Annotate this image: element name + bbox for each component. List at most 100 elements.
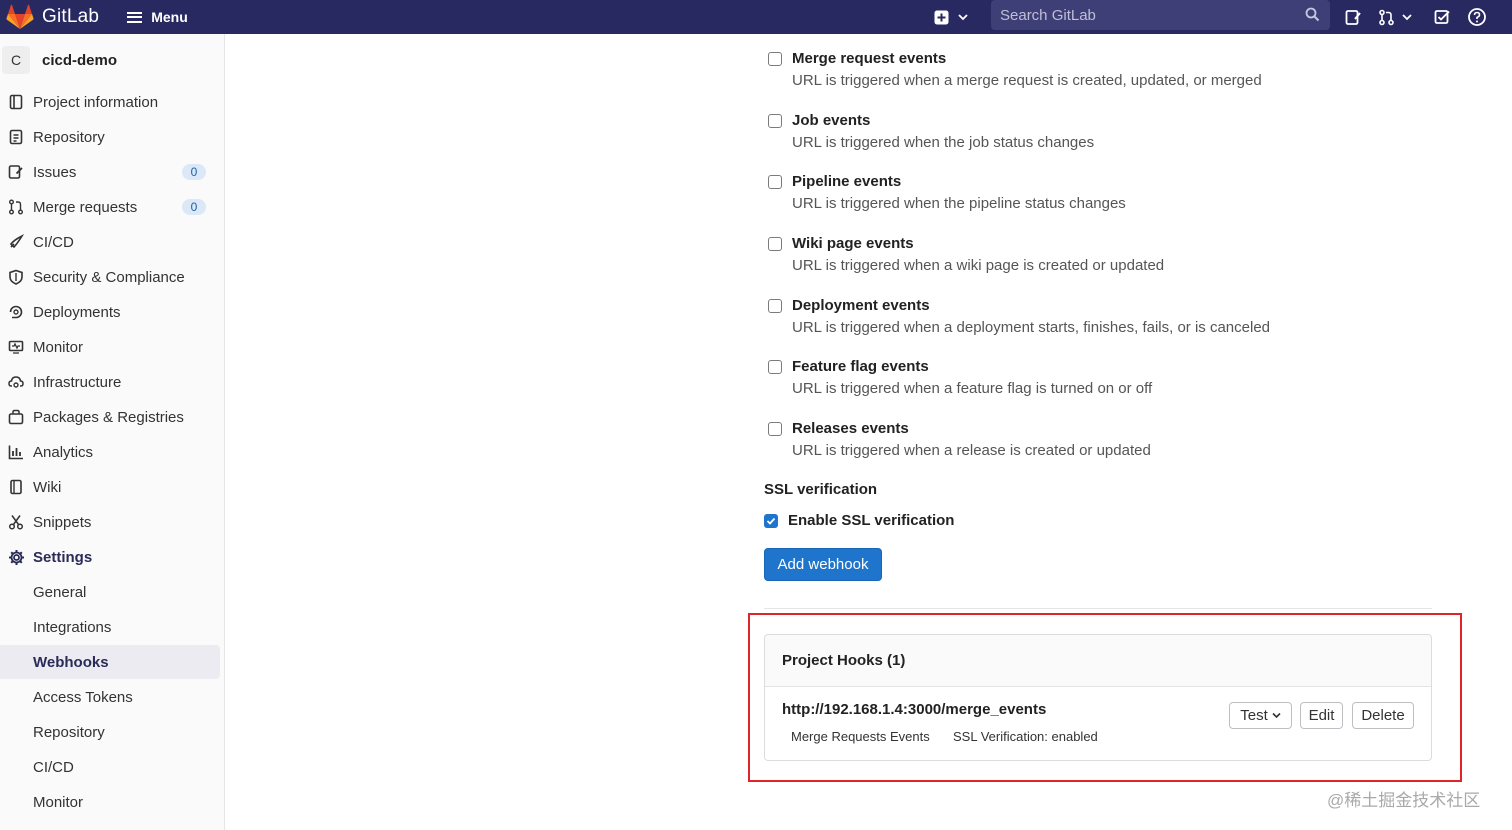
sidebar-item-label: Infrastructure xyxy=(33,373,122,391)
sidebar-item-monitor[interactable]: Monitor xyxy=(0,330,220,364)
sidebar-item-cicd[interactable]: CI/CD xyxy=(0,225,220,259)
chart-icon xyxy=(7,443,25,461)
event-title: Job events xyxy=(792,112,871,129)
sidebar-item-wiki[interactable]: Wiki xyxy=(0,470,220,504)
sidebar-subitem-access-tokens[interactable]: Access Tokens xyxy=(0,680,220,714)
sidebar-item-repository[interactable]: Repository xyxy=(0,120,220,154)
sidebar-item-label: Analytics xyxy=(33,443,94,461)
hook-event-tag: Merge Requests Events xyxy=(791,729,930,744)
sidebar-subitem-webhooks[interactable]: Webhooks xyxy=(0,645,220,679)
subitem-label: Monitor xyxy=(33,793,84,811)
edit-hook-button[interactable]: Edit xyxy=(1300,702,1343,729)
delete-label: Delete xyxy=(1361,707,1405,724)
sidebar-item-merge-requests[interactable]: Merge requests 0 xyxy=(0,190,220,224)
menu-button[interactable]: Menu xyxy=(127,9,188,25)
sidebar-item-deployments[interactable]: Deployments xyxy=(0,295,220,329)
sidebar-item-label: Repository xyxy=(33,128,105,146)
gitlab-tanuki-icon xyxy=(6,4,34,29)
search-input[interactable]: Search GitLab xyxy=(991,0,1330,30)
chevron-down-icon xyxy=(1272,712,1281,719)
app-name: GitLab xyxy=(42,6,100,27)
wiki-page-events-checkbox[interactable] xyxy=(768,237,782,251)
event-description: URL is triggered when a feature flag is … xyxy=(792,380,1153,397)
sidebar-subitem-general[interactable]: General xyxy=(0,575,220,609)
event-description: URL is triggered when the job status cha… xyxy=(792,134,1095,151)
ssl-verification-heading: SSL verification xyxy=(764,481,878,498)
enable-ssl-checkbox[interactable] xyxy=(764,514,778,528)
event-title: Deployment events xyxy=(792,297,930,314)
delete-hook-button[interactable]: Delete xyxy=(1352,702,1414,729)
sidebar-item-label: Monitor xyxy=(33,338,84,356)
gear-icon xyxy=(7,548,25,566)
event-description: URL is triggered when a wiki page is cre… xyxy=(792,257,1165,274)
issues-icon[interactable] xyxy=(1345,9,1362,26)
sidebar-subitem-integrations[interactable]: Integrations xyxy=(0,610,220,644)
event-description: URL is triggered when a release is creat… xyxy=(792,442,1151,459)
book-icon xyxy=(7,478,25,496)
project-hooks-header: Project Hooks (1) xyxy=(765,635,1431,687)
merge-request-icon xyxy=(7,198,25,216)
help-icon[interactable] xyxy=(1467,7,1487,27)
add-webhook-button[interactable]: Add webhook xyxy=(764,548,882,581)
subitem-label: General xyxy=(33,583,87,601)
event-title: Pipeline events xyxy=(792,173,902,190)
sidebar-item-security[interactable]: Security & Compliance xyxy=(0,260,220,294)
todo-icon[interactable] xyxy=(1434,9,1451,26)
sidebar-item-analytics[interactable]: Analytics xyxy=(0,435,220,469)
sidebar-item-settings[interactable]: Settings xyxy=(0,540,220,574)
subitem-label: Integrations xyxy=(33,618,112,636)
monitor-icon xyxy=(7,338,25,356)
sidebar-item-project-information[interactable]: Project information xyxy=(0,85,220,119)
event-description: URL is triggered when a deployment start… xyxy=(792,319,1271,336)
project-hooks-panel: Project Hooks (1) http://192.168.1.4:300… xyxy=(764,634,1432,761)
chevron-down-icon xyxy=(1402,14,1412,21)
sidebar-item-infrastructure[interactable]: Infrastructure xyxy=(0,365,220,399)
new-dropdown-button[interactable] xyxy=(934,10,968,25)
hamburger-icon xyxy=(127,11,143,23)
sidebar-subitem-cicd[interactable]: CI/CD xyxy=(0,750,220,784)
event-title: Feature flag events xyxy=(792,358,929,375)
doc-icon xyxy=(7,128,25,146)
menu-label: Menu xyxy=(151,9,188,25)
job-events-checkbox[interactable] xyxy=(768,114,782,128)
project-name: cicd-demo xyxy=(42,51,118,69)
plus-square-icon xyxy=(934,10,949,24)
divider xyxy=(764,608,1432,609)
sidebar-item-issues[interactable]: Issues 0 xyxy=(0,155,220,189)
deployment-events-checkbox[interactable] xyxy=(768,299,782,313)
sidebar-item-label: Security & Compliance xyxy=(33,268,185,286)
event-title: Wiki page events xyxy=(792,235,914,252)
top-navbar: GitLab Menu Search GitLab xyxy=(0,0,1512,34)
merge-request-events-checkbox[interactable] xyxy=(768,52,782,66)
rocket-icon xyxy=(7,233,25,251)
event-title: Merge request events xyxy=(792,50,947,67)
subitem-label: CI/CD xyxy=(33,758,74,776)
feature-flag-events-checkbox[interactable] xyxy=(768,360,782,374)
pipeline-events-checkbox[interactable] xyxy=(768,175,782,189)
project-hooks-title: Project Hooks (1) xyxy=(782,652,906,669)
sidebar-subitem-repository[interactable]: Repository xyxy=(0,715,220,749)
merge-requests-dropdown[interactable] xyxy=(1378,9,1412,26)
project-header[interactable]: C cicd-demo xyxy=(0,46,117,74)
search-placeholder: Search GitLab xyxy=(1000,6,1096,24)
sidebar-item-snippets[interactable]: Snippets xyxy=(0,505,220,539)
sidebar-item-label: Packages & Registries xyxy=(33,408,184,426)
info-icon xyxy=(7,93,25,111)
event-title: Releases events xyxy=(792,420,909,437)
sidebar-item-label: Merge requests xyxy=(33,198,138,216)
enable-ssl-label[interactable]: Enable SSL verification xyxy=(788,512,954,529)
releases-events-checkbox[interactable] xyxy=(768,422,782,436)
sidebar-item-label: Project information xyxy=(33,93,159,111)
issues-count-badge: 0 xyxy=(182,164,206,180)
hook-url: http://192.168.1.4:3000/merge_events xyxy=(782,701,1047,718)
chevron-down-icon xyxy=(958,14,968,21)
test-dropdown-button[interactable]: Test xyxy=(1229,702,1292,729)
sidebar-item-packages[interactable]: Packages & Registries xyxy=(0,400,220,434)
shield-icon xyxy=(7,268,25,286)
gitlab-logo[interactable]: GitLab xyxy=(6,4,99,30)
deployments-icon xyxy=(7,303,25,321)
sidebar-item-label: Settings xyxy=(33,548,93,566)
package-icon xyxy=(7,408,25,426)
sidebar-subitem-monitor[interactable]: Monitor xyxy=(0,785,220,819)
sidebar-item-label: CI/CD xyxy=(33,233,74,251)
